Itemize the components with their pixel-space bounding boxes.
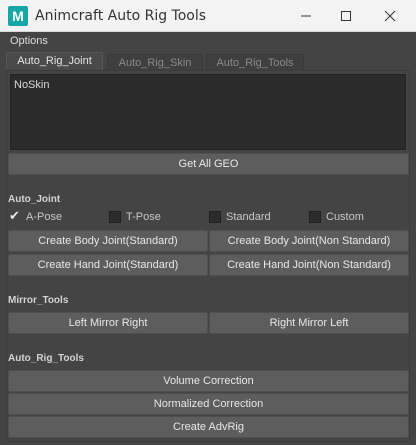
- title-bar: M Animcraft Auto Rig Tools: [0, 0, 416, 32]
- minimize-button[interactable]: [284, 0, 328, 32]
- tab-bar: Auto_Rig_Joint Auto_Rig_Skin Auto_Rig_To…: [6, 52, 410, 71]
- create-hand-joint-non-standard-button[interactable]: Create Hand Joint(Non Standard): [209, 254, 409, 276]
- standard-checkbox[interactable]: Standard: [209, 211, 279, 225]
- close-icon: [384, 10, 396, 22]
- menu-bar: Options: [0, 33, 416, 50]
- geo-list[interactable]: NoSkin: [10, 74, 406, 150]
- window-title: Animcraft Auto Rig Tools: [35, 8, 207, 24]
- tab-auto-rig-joint[interactable]: Auto_Rig_Joint: [6, 52, 103, 71]
- geo-list-item[interactable]: NoSkin: [14, 79, 49, 91]
- create-advrig-button[interactable]: Create AdvRig: [8, 416, 409, 438]
- minimize-icon: [301, 15, 311, 17]
- custom-label: Custom: [326, 211, 364, 223]
- custom-checkbox[interactable]: Custom: [309, 211, 373, 225]
- maya-app-icon: M: [8, 6, 28, 26]
- t-pose-label: T-Pose: [126, 211, 161, 223]
- standard-label: Standard: [226, 211, 271, 223]
- t-pose-checkbox[interactable]: T-Pose: [109, 211, 169, 225]
- menu-options[interactable]: Options: [10, 35, 48, 47]
- tab-auto-rig-skin[interactable]: Auto_Rig_Skin: [107, 54, 203, 71]
- section-mirror-tools: Mirror_Tools: [8, 295, 69, 306]
- create-body-joint-non-standard-button[interactable]: Create Body Joint(Non Standard): [209, 230, 409, 252]
- normalized-correction-button[interactable]: Normalized Correction: [8, 393, 409, 415]
- a-pose-label: A-Pose: [26, 211, 63, 223]
- checkbox-box: [109, 211, 121, 223]
- get-all-geo-button[interactable]: Get All GEO: [8, 153, 409, 175]
- left-mirror-right-button[interactable]: Left Mirror Right: [8, 312, 208, 334]
- checkmark-icon: ✔: [9, 208, 20, 223]
- create-body-joint-standard-button[interactable]: Create Body Joint(Standard): [8, 230, 208, 252]
- tab-auto-rig-tools[interactable]: Auto_Rig_Tools: [206, 54, 304, 71]
- maximize-button[interactable]: [324, 0, 368, 32]
- section-auto-joint: Auto_Joint: [8, 194, 61, 205]
- create-hand-joint-standard-button[interactable]: Create Hand Joint(Standard): [8, 254, 208, 276]
- a-pose-checkbox[interactable]: ✔ A-Pose: [9, 208, 69, 225]
- section-auto-rig-tools: Auto_Rig_Tools: [8, 353, 84, 364]
- volume-correction-button[interactable]: Volume Correction: [8, 370, 409, 392]
- auto-rig-joint-panel: NoSkin Get All GEO Auto_Joint ✔ A-Pose T…: [6, 70, 410, 442]
- checkbox-box: [309, 211, 321, 223]
- close-button[interactable]: [368, 0, 412, 32]
- maximize-icon: [341, 11, 351, 21]
- right-mirror-left-button[interactable]: Right Mirror Left: [209, 312, 409, 334]
- checkbox-box: [209, 211, 221, 223]
